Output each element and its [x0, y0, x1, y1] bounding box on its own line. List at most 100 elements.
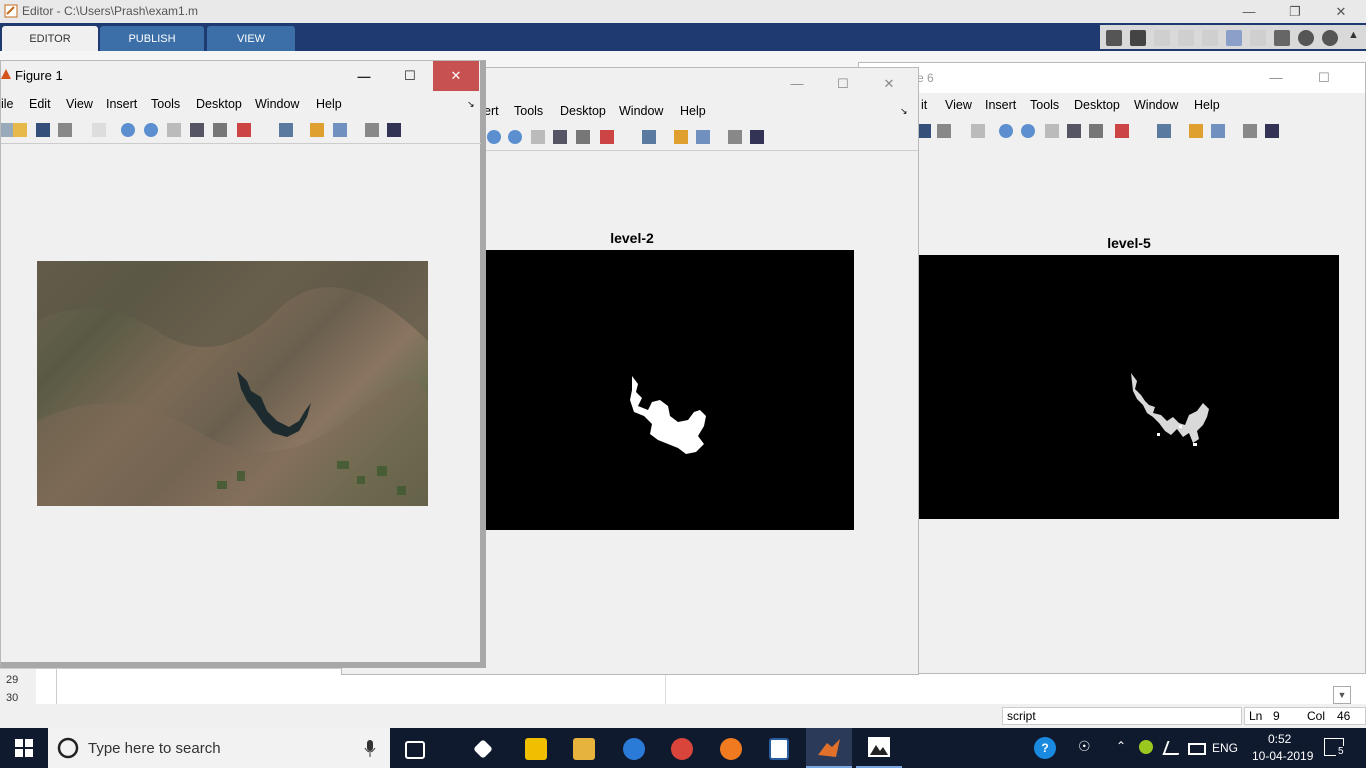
menu-item-insert[interactable]: Insert	[985, 98, 1016, 112]
menu-item-desktop[interactable]: Desktop	[1074, 98, 1120, 112]
menu-item-tools[interactable]: Tools	[1030, 98, 1059, 112]
layout-icon[interactable]	[1106, 30, 1122, 46]
hide-plot-tools-icon[interactable]	[1243, 124, 1257, 138]
menu-item-desktop[interactable]: Desktop	[560, 104, 606, 118]
store-icon[interactable]	[525, 738, 547, 760]
show-plot-tools-icon[interactable]	[1265, 124, 1279, 138]
battery-icon[interactable]	[1188, 743, 1206, 755]
save-icon[interactable]	[1130, 30, 1146, 46]
zoom-out-icon[interactable]	[1021, 124, 1035, 138]
figure-6-maximize-button[interactable]: ☐	[1301, 66, 1347, 89]
tab-view[interactable]: VIEW	[207, 26, 295, 51]
data-cursor-icon[interactable]	[213, 123, 227, 137]
help-tips-icon[interactable]: ?	[1034, 737, 1056, 759]
dropbox-icon[interactable]	[473, 739, 493, 759]
legend-icon[interactable]	[696, 130, 710, 144]
data-cursor-icon[interactable]	[1089, 124, 1103, 138]
menu-item-view[interactable]: View	[945, 98, 972, 112]
pan-icon[interactable]	[167, 123, 181, 137]
rotate-icon[interactable]	[1067, 124, 1081, 138]
print-icon[interactable]	[58, 123, 72, 137]
zoom-out-icon[interactable]	[508, 130, 522, 144]
show-plot-tools-icon[interactable]	[750, 130, 764, 144]
document-app-icon[interactable]	[769, 738, 789, 760]
colorbar-icon[interactable]	[310, 123, 324, 137]
figure-2-minimize-button[interactable]: —	[774, 72, 820, 95]
menu-item-window[interactable]: Window	[619, 104, 663, 118]
menu-item-desktop[interactable]: Desktop	[196, 97, 242, 111]
paste-icon[interactable]	[1202, 30, 1218, 46]
link-plot-icon[interactable]	[642, 130, 656, 144]
legend-icon[interactable]	[1211, 124, 1225, 138]
tray-app-icon[interactable]	[1139, 740, 1153, 754]
show-hidden-icons-chevron[interactable]: ⌃	[1116, 739, 1126, 753]
figure-1-maximize-button[interactable]: ☐	[387, 61, 433, 91]
menu-item-edit[interactable]: it	[921, 98, 927, 112]
figure-1-minimize-button[interactable]: —	[341, 61, 387, 91]
people-icon[interactable]: ☉	[1078, 738, 1091, 755]
zoom-out-icon[interactable]	[144, 123, 158, 137]
input-language[interactable]: ENG	[1212, 741, 1238, 755]
menu-item-view[interactable]: View	[66, 97, 93, 111]
rotate-icon[interactable]	[190, 123, 204, 137]
photos-taskbar-button[interactable]	[856, 728, 902, 768]
menu-item-file[interactable]: ile	[1, 97, 14, 111]
colorbar-icon[interactable]	[1189, 124, 1203, 138]
figure-1-window[interactable]: Figure 1 — ☐ ✕ ile Edit View Insert Tool…	[0, 60, 486, 668]
edge-browser-icon[interactable]	[623, 738, 645, 760]
hide-plot-tools-icon[interactable]	[365, 123, 379, 137]
colorbar-icon[interactable]	[674, 130, 688, 144]
save-icon[interactable]	[36, 123, 50, 137]
clock-time[interactable]: 0:52	[1268, 732, 1291, 746]
zoom-in-icon[interactable]	[487, 130, 501, 144]
zoom-in-icon[interactable]	[999, 124, 1013, 138]
pointer-icon[interactable]	[92, 123, 106, 137]
data-cursor-icon[interactable]	[576, 130, 590, 144]
pan-icon[interactable]	[1045, 124, 1059, 138]
menu-dock-arrow-icon[interactable]: ↘	[900, 106, 908, 117]
menu-item-help[interactable]: Help	[680, 104, 706, 118]
brush-icon[interactable]	[237, 123, 251, 137]
clock-date[interactable]: 10-04-2019	[1252, 749, 1313, 763]
scroll-down-button[interactable]: ▼	[1333, 686, 1351, 704]
wifi-icon[interactable]	[1162, 741, 1184, 755]
firefox-icon[interactable]	[720, 738, 742, 760]
editor-close-button[interactable]: ✕	[1318, 0, 1364, 23]
menu-dock-arrow-icon[interactable]: ↘	[467, 99, 475, 110]
brush-icon[interactable]	[600, 130, 614, 144]
menu-item-window[interactable]: Window	[255, 97, 299, 111]
file-explorer-icon[interactable]	[573, 738, 595, 760]
menu-item-edit[interactable]: Edit	[29, 97, 51, 111]
figure-6-window[interactable]: e 6 — ☐ it View Insert Tools Desktop Win…	[858, 62, 1366, 674]
brush-icon[interactable]	[1115, 124, 1129, 138]
ribbon-collapse-icon[interactable]: ▲	[1348, 29, 1359, 41]
chrome-icon[interactable]	[671, 738, 693, 760]
menu-item-insert[interactable]: ert	[484, 104, 499, 118]
undo-icon[interactable]	[1226, 30, 1242, 46]
hide-plot-tools-icon[interactable]	[728, 130, 742, 144]
figure-2-maximize-button[interactable]: ☐	[820, 72, 866, 95]
pan-icon[interactable]	[531, 130, 545, 144]
task-view-icon[interactable]	[405, 741, 425, 759]
start-button[interactable]	[0, 728, 48, 768]
figure-6-minimize-button[interactable]: —	[1253, 66, 1299, 89]
taskbar-search-box[interactable]: Type here to search	[48, 728, 390, 768]
legend-icon[interactable]	[333, 123, 347, 137]
zoom-in-icon[interactable]	[121, 123, 135, 137]
tab-editor[interactable]: EDITOR	[2, 26, 98, 51]
menu-item-tools[interactable]: Tools	[151, 97, 180, 111]
save-icon[interactable]	[917, 124, 931, 138]
figure-1-close-button[interactable]: ✕	[433, 61, 479, 91]
editor-minimize-button[interactable]: —	[1226, 0, 1272, 23]
pointer-icon[interactable]	[971, 124, 985, 138]
tab-publish[interactable]: PUBLISH	[100, 26, 204, 51]
help-icon[interactable]	[1298, 30, 1314, 46]
options-icon[interactable]	[1322, 30, 1338, 46]
figure-2-close-button[interactable]: ✕	[866, 72, 912, 95]
microphone-icon[interactable]	[364, 740, 376, 758]
menu-item-window[interactable]: Window	[1134, 98, 1178, 112]
link-plot-icon[interactable]	[279, 123, 293, 137]
redo-icon[interactable]	[1250, 30, 1266, 46]
rotate-icon[interactable]	[553, 130, 567, 144]
show-plot-tools-icon[interactable]	[387, 123, 401, 137]
